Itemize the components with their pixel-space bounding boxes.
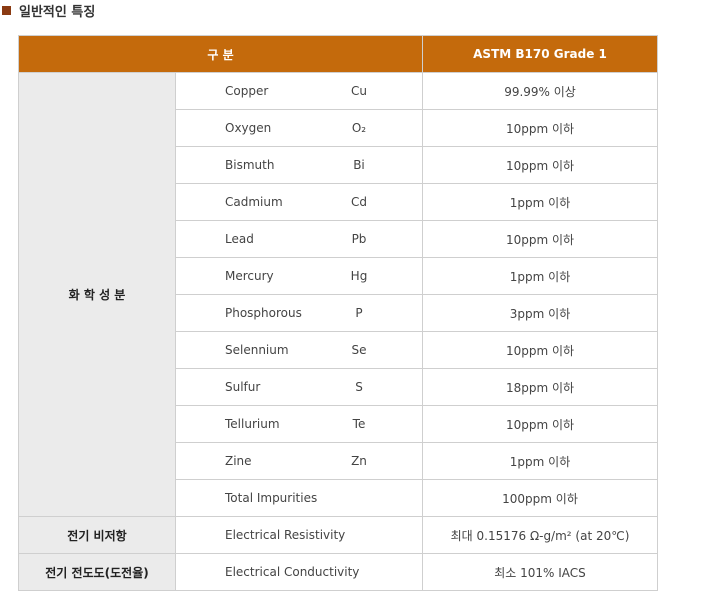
element-value: 10ppm 이하 [422,405,659,443]
element-cell: Lead Pb [174,220,424,258]
spec-table: 구 분 ASTM B170 Grade 1 화 학 성 분 Copper Cu 99.… [17,35,659,591]
element-name: Selennium [225,343,289,357]
element-value: 10ppm 이하 [422,331,659,369]
element-name: Total Impurities [225,491,318,505]
element-cell: Selennium Se [174,331,424,369]
element-cell: Mercury Hg [174,257,424,295]
element-symbol: Te [352,417,366,431]
element-symbol: Hg [350,269,368,283]
element-value: 10ppm 이하 [422,109,659,147]
element-symbol: S [355,380,363,394]
electrical-conductivity-name: Electrical Conductivity [225,565,360,579]
element-name: Phosphorous [225,306,302,320]
element-cell: Copper Cu [174,72,424,110]
element-value: 3ppm 이하 [422,294,659,332]
element-cell: Total Impurities [174,479,424,517]
electrical-conductivity-cell: Electrical Conductivity [174,553,424,591]
electrical-conductivity-label: 전기 전도도(도전율) [18,553,176,591]
element-symbol: Se [351,343,367,357]
section-title-text: 일반적인 특징 [19,4,96,20]
element-value: 1ppm 이하 [422,442,659,480]
element-cell: Sulfur S [174,368,424,406]
element-cell: Bismuth Bi [174,146,424,184]
element-cell: Oxygen O₂ [174,109,424,147]
electrical-resistivity-cell: Electrical Resistivity [174,516,424,554]
table-header-row: 구 분 ASTM B170 Grade 1 [17,35,659,73]
element-cell: Cadmium Cd [174,183,424,221]
element-value: 1ppm 이하 [422,183,659,221]
element-name: Tellurium [225,417,280,431]
table-row: 전기 비저항 Electrical Resistivity 최대 0.15176 Ω… [18,516,659,554]
element-name: Cadmium [225,195,283,209]
element-name: Oxygen [225,121,272,135]
element-name: Zine [225,454,252,468]
electrical-resistivity-value: 최대 0.15176 Ω-g/m² (at 20℃) [422,516,659,554]
element-symbol: Pb [351,232,367,246]
element-value: 100ppm 이하 [422,479,659,517]
element-cell: Tellurium Te [174,405,424,443]
element-cell: Zine Zn [174,442,424,480]
header-category: 구 분 [17,35,424,73]
element-name: Copper [225,84,269,98]
electrical-conductivity-value: 최소 101% IACS [422,553,659,591]
table-row: 전기 전도도(도전율) Electrical Conductivity 최소 101… [18,553,659,591]
element-name: Bismuth [225,158,275,172]
spec-table-body: 화 학 성 분 Copper Cu 99.99% 이상 Oxygen O₂ 10ppm 이하… [18,72,659,591]
element-symbol: O₂ [351,121,367,135]
chemical-composition-label: 화 학 성 분 [18,72,176,517]
header-standard: ASTM B170 Grade 1 [422,35,659,73]
element-name: Lead [225,232,254,246]
element-value: 1ppm 이하 [422,257,659,295]
element-symbol: Zn [351,454,367,468]
electrical-resistivity-name: Electrical Resistivity [225,528,346,542]
table-row: 화 학 성 분 Copper Cu 99.99% 이상 [18,72,659,517]
element-cell: Phosphorous P [174,294,424,332]
electrical-resistivity-label: 전기 비저항 [18,516,176,554]
element-value: 99.99% 이상 [422,72,659,110]
element-value: 10ppm 이하 [422,220,659,258]
element-symbol: Cu [351,84,367,98]
square-bullet-icon [2,5,11,15]
element-symbol: P [355,306,363,320]
element-name: Sulfur [225,380,261,394]
element-name: Mercury [225,269,274,283]
section-title: 일반적인 특징 [0,0,95,20]
element-symbol: Cd [351,195,367,209]
element-symbol: Bi [353,158,365,172]
element-value: 10ppm 이하 [422,146,659,184]
element-value: 18ppm 이하 [422,368,659,406]
